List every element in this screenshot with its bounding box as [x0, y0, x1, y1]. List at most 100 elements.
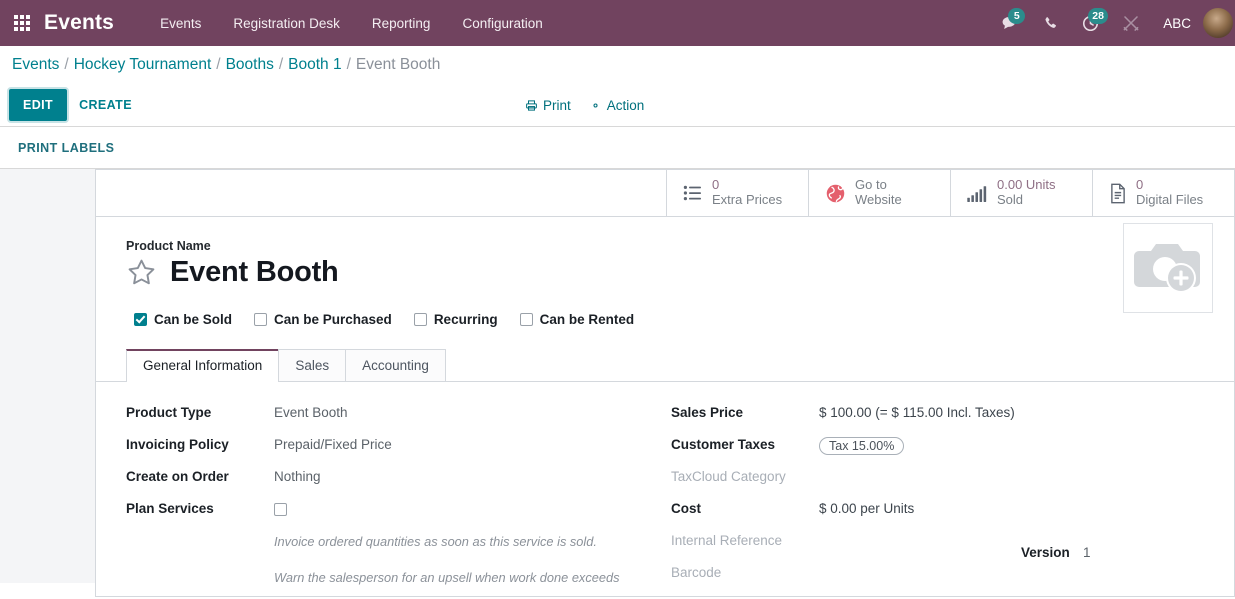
form-column-right: Sales Price $ 100.00 (= $ 115.00 Incl. T… [665, 404, 1234, 596]
tools-icon [1123, 16, 1139, 31]
bar-chart-icon [967, 185, 988, 202]
field-value-wrap: Tax 15.00% [819, 436, 905, 455]
field-label: Version [1021, 545, 1070, 560]
stat-button-digital-files[interactable]: 0 Digital Files [1092, 170, 1234, 216]
plan-services-checkbox[interactable] [274, 503, 287, 516]
checkbox-label: Recurring [433, 312, 498, 327]
breadcrumb-item-events[interactable]: Events [12, 56, 59, 74]
action-label: Action [606, 97, 645, 113]
field-taxcloud-category: TaxCloud Category [671, 468, 1234, 487]
breadcrumb-item-hockey-tournament[interactable]: Hockey Tournament [74, 56, 212, 74]
tab-accounting[interactable]: Accounting [345, 349, 446, 381]
edit-button[interactable]: EDIT [6, 86, 70, 123]
stat-button-go-to-website[interactable]: Go to Website [808, 170, 950, 216]
print-button[interactable]: Print [525, 98, 571, 113]
breadcrumb-item-current: Event Booth [355, 55, 441, 73]
debug-button[interactable] [1111, 0, 1151, 46]
checkbox-label: Can be Sold [154, 312, 233, 327]
field-label: Invoicing Policy [126, 437, 229, 452]
form-sheet: 0 Extra Prices Go to Website 0.00 Units … [95, 169, 1235, 597]
camera-add-icon [1134, 244, 1200, 293]
field-internal-reference: Internal Reference [671, 532, 1234, 551]
field-customer-taxes: Customer Taxes Tax 15.00% [671, 436, 1234, 455]
breadcrumb-separator: / [346, 55, 351, 73]
product-flags-row: Can be Sold Can be Purchased Recurring C… [96, 289, 1234, 327]
checkbox-can-be-rented[interactable]: Can be Rented [519, 312, 635, 327]
menu-item-events[interactable]: Events [144, 8, 217, 39]
checkbox-can-be-sold[interactable]: Can be Sold [134, 312, 232, 327]
tab-sales[interactable]: Sales [278, 349, 347, 381]
field-value[interactable]: Prepaid/Fixed Price [274, 436, 392, 452]
create-button[interactable]: CREATE [67, 90, 144, 120]
checkbox-box[interactable] [413, 313, 427, 326]
stat-button-extra-prices[interactable]: 0 Extra Prices [666, 170, 808, 216]
user-menu-button[interactable]: ABC [1151, 16, 1203, 31]
field-plan-services: Plan Services [126, 500, 665, 519]
field-label: Internal Reference [671, 533, 783, 548]
messages-button[interactable]: 5 [990, 0, 1031, 46]
print-labels-button[interactable]: PRINT LABELS [18, 141, 114, 155]
breadcrumb-item-booth-1[interactable]: Booth 1 [288, 56, 341, 74]
help-text-upsell: Warn the salesperson for an upsell when … [274, 569, 620, 585]
menu-item-reporting[interactable]: Reporting [356, 8, 447, 39]
field-value[interactable]: $ 0.00 per Units [819, 500, 914, 516]
apps-grid-icon[interactable] [14, 15, 30, 31]
stat-button-units-sold[interactable]: 0.00 Units Sold [950, 170, 1092, 216]
field-label: Sales Price [671, 405, 744, 420]
field-sales-price: Sales Price $ 100.00 (= $ 115.00 Incl. T… [671, 404, 1234, 423]
checkbox-can-be-purchased[interactable]: Can be Purchased [254, 312, 392, 327]
printer-icon [526, 99, 537, 111]
form-column-left: Product Type Event Booth Invoicing Polic… [96, 404, 665, 596]
tab-general-information[interactable]: General Information [126, 349, 280, 382]
menu-item-registration-desk[interactable]: Registration Desk [217, 8, 356, 39]
field-invoicing-policy: Invoicing Policy Prepaid/Fixed Price [126, 436, 665, 455]
app-brand-events[interactable]: Events [44, 11, 114, 35]
activities-button[interactable]: 28 [1070, 0, 1111, 46]
status-badge[interactable]: Tax 15.00% [819, 437, 905, 455]
control-panel-actions: Print Action [525, 83, 644, 127]
field-label: Create on Order [126, 469, 229, 484]
menu-item-configuration[interactable]: Configuration [446, 8, 558, 39]
field-value[interactable]: $ 100.00 (= $ 115.00 Incl. Taxes) [819, 404, 1015, 420]
phone-button[interactable] [1031, 0, 1070, 46]
product-name-row: Event Booth [126, 256, 1234, 289]
stat-row-spacer [96, 170, 666, 216]
field-label: Barcode [671, 565, 722, 580]
checkbox-recurring[interactable]: Recurring [413, 312, 498, 327]
field-value[interactable]: Nothing [274, 468, 321, 484]
checkbox-box[interactable] [134, 313, 147, 326]
checkbox-box[interactable] [254, 313, 268, 326]
control-panel: EDIT CREATE Print Action [0, 83, 1235, 127]
gear-icon [593, 102, 598, 108]
field-value[interactable]: Event Booth [274, 404, 348, 420]
print-labels-bar: PRINT LABELS [0, 127, 1235, 169]
checkbox-label: Can be Rented [539, 312, 635, 327]
star-outline-icon[interactable] [126, 257, 157, 288]
field-product-type: Product Type Event Booth [126, 404, 665, 423]
top-navbar: Events Events Registration Desk Reportin… [0, 0, 1235, 46]
stat-label: Website [855, 192, 902, 207]
avatar[interactable] [1203, 8, 1233, 38]
page-title: Event Booth [170, 256, 339, 288]
content-area: 0 Extra Prices Go to Website 0.00 Units … [0, 169, 1235, 597]
stat-value: 0.00 Units [997, 177, 1056, 193]
help-text-invoicing: Invoice ordered quantities as soon as th… [274, 534, 597, 549]
field-create-on-order: Create on Order Nothing [126, 468, 665, 487]
product-title-section: Product Name Event Booth [96, 217, 1234, 313]
breadcrumb-separator: / [278, 55, 284, 73]
action-button[interactable]: Action [589, 97, 645, 113]
field-value[interactable]: 1 [1083, 545, 1091, 560]
stat-button-row: 0 Extra Prices Go to Website 0.00 Units … [96, 169, 1234, 217]
product-image-upload[interactable] [1123, 223, 1213, 313]
field-barcode: Barcode [671, 564, 1234, 583]
breadcrumb: Events / Hockey Tournament / Booths / Bo… [0, 46, 1235, 83]
breadcrumb-separator: / [64, 55, 69, 73]
list-icon [683, 185, 703, 201]
field-label: Plan Services [126, 501, 214, 516]
form-fields: Product Type Event Booth Invoicing Polic… [96, 382, 1234, 596]
checkbox-box[interactable] [519, 313, 533, 326]
navbar-systray: 5 28 ABC [990, 0, 1235, 46]
product-name-label: Product Name [126, 239, 211, 253]
breadcrumb-item-booths[interactable]: Booths [226, 56, 274, 74]
messages-badge: 5 [1008, 8, 1026, 24]
